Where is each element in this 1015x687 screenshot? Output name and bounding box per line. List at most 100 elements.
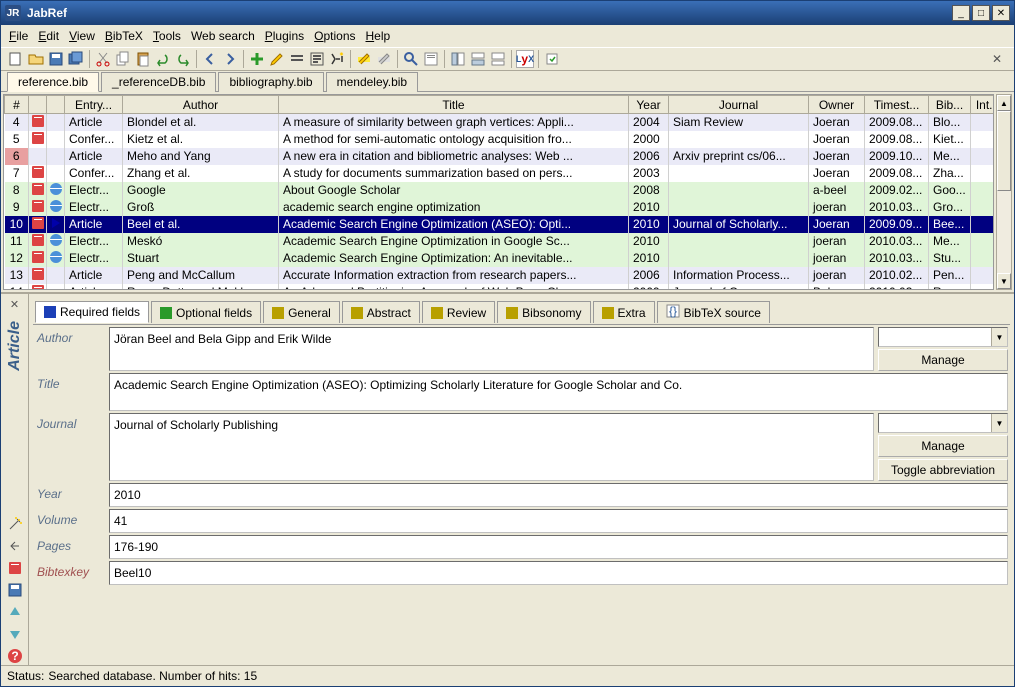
unmark-icon[interactable] [375, 50, 393, 68]
scroll-up-icon[interactable]: ▲ [997, 95, 1011, 111]
back-icon[interactable] [201, 50, 219, 68]
editor-tab-required-fields[interactable]: Required fields [35, 301, 149, 323]
pdf-icon[interactable] [32, 115, 44, 127]
editor-tab-bibsonomy[interactable]: Bibsonomy [497, 301, 590, 323]
globe-icon[interactable] [50, 183, 62, 195]
editor-tab-abstract[interactable]: Abstract [342, 301, 420, 323]
table-row[interactable]: 10ArticleBeel et al.Academic Search Engi… [5, 216, 995, 233]
lyx-icon[interactable]: LyX [516, 50, 534, 68]
cut-icon[interactable] [94, 50, 112, 68]
undo-icon[interactable] [154, 50, 172, 68]
pages-input[interactable] [109, 535, 1008, 559]
col-header-8[interactable]: Owner [809, 96, 865, 114]
col-header-11[interactable]: Int... [971, 96, 995, 114]
editor-tab-optional-fields[interactable]: Optional fields [151, 301, 261, 323]
help-icon[interactable]: ? [6, 647, 24, 665]
copy-icon[interactable] [114, 50, 132, 68]
pdf-icon[interactable] [32, 234, 44, 246]
editor-tab-bibtex-source[interactable]: {}BibTeX source [657, 301, 770, 323]
editor-tab-extra[interactable]: Extra [593, 301, 655, 323]
scroll-down-icon[interactable]: ▼ [997, 273, 1011, 289]
open-icon[interactable] [27, 50, 45, 68]
minimize-button[interactable]: _ [952, 5, 970, 21]
menu-plugins[interactable]: Plugins [265, 29, 304, 43]
edit-strings-icon[interactable] [288, 50, 306, 68]
new-db-icon[interactable] [7, 50, 25, 68]
prev-entry-icon[interactable] [6, 537, 24, 555]
up-icon[interactable] [6, 603, 24, 621]
scroll-thumb[interactable] [997, 111, 1011, 191]
close-button[interactable]: ✕ [992, 5, 1010, 21]
journal-input[interactable] [109, 413, 874, 481]
pdf-icon[interactable] [32, 268, 44, 280]
menu-bibtex[interactable]: BibTeX [105, 29, 143, 43]
db-tab-mendeleybib[interactable]: mendeley.bib [326, 72, 419, 92]
wand-icon[interactable] [6, 515, 24, 533]
author-manage-button[interactable]: Manage [878, 349, 1008, 371]
preview-icon[interactable] [422, 50, 440, 68]
menu-help[interactable]: Help [366, 29, 391, 43]
pdf-icon[interactable] [32, 183, 44, 195]
pdf-icon[interactable] [32, 200, 44, 212]
toggle-entry-icon[interactable] [469, 50, 487, 68]
pdf-icon[interactable] [32, 132, 44, 144]
col-header-3[interactable]: Entry... [65, 96, 123, 114]
table-row[interactable]: 9Electr...Großacademic search engine opt… [5, 199, 995, 216]
table-scrollbar[interactable]: ▲ ▼ [996, 94, 1012, 290]
table-row[interactable]: 11Electr...MeskóAcademic Search Engine O… [5, 233, 995, 250]
globe-icon[interactable] [50, 251, 62, 263]
col-header-9[interactable]: Timest... [865, 96, 929, 114]
table-row[interactable]: 5Confer...Kietz et al.A method for semi-… [5, 131, 995, 148]
editor-tab-general[interactable]: General [263, 301, 340, 323]
maximize-button[interactable]: □ [972, 5, 990, 21]
col-header-1[interactable] [29, 96, 47, 114]
db-tab-_referenceDBbib[interactable]: _referenceDB.bib [101, 72, 216, 92]
save-entry-icon[interactable] [6, 581, 24, 599]
globe-icon[interactable] [50, 200, 62, 212]
menu-file[interactable]: File [9, 29, 28, 43]
mark-icon[interactable] [355, 50, 373, 68]
col-header-7[interactable]: Journal [669, 96, 809, 114]
menu-view[interactable]: View [69, 29, 95, 43]
author-input[interactable] [109, 327, 874, 371]
editor-close-icon[interactable]: ✕ [10, 298, 19, 311]
col-header-10[interactable]: Bib... [929, 96, 971, 114]
col-header-6[interactable]: Year [629, 96, 669, 114]
pdf-icon[interactable] [32, 251, 44, 263]
save-all-icon[interactable] [67, 50, 85, 68]
author-combo[interactable]: ▼ [878, 327, 1008, 347]
table-row[interactable]: 14ArticleRuma Dutta and Mukho...An Advan… [5, 284, 995, 291]
table-row[interactable]: 12Electr...StuartAcademic Search Engine … [5, 250, 995, 267]
journal-combo[interactable]: ▼ [878, 413, 1008, 433]
entry-table[interactable]: #Entry...AuthorTitleYearJournalOwnerTime… [4, 95, 994, 290]
toolbar-close-icon[interactable]: ✕ [986, 52, 1008, 66]
col-header-0[interactable]: # [5, 96, 29, 114]
title-input[interactable] [109, 373, 1008, 411]
forward-icon[interactable] [221, 50, 239, 68]
menu-edit[interactable]: Edit [38, 29, 59, 43]
toggle-groups-icon[interactable] [449, 50, 467, 68]
db-tab-referencebib[interactable]: reference.bib [7, 72, 99, 92]
redo-icon[interactable] [174, 50, 192, 68]
paste-icon[interactable] [134, 50, 152, 68]
pdf-icon[interactable] [32, 285, 44, 291]
editor-tab-review[interactable]: Review [422, 301, 495, 323]
menu-options[interactable]: Options [314, 29, 355, 43]
table-row[interactable]: 13ArticlePeng and McCallumAccurate Infor… [5, 267, 995, 284]
edit-entry-icon[interactable] [268, 50, 286, 68]
year-input[interactable] [109, 483, 1008, 507]
globe-icon[interactable] [50, 234, 62, 246]
pdf-icon[interactable] [32, 166, 44, 178]
col-header-2[interactable] [47, 96, 65, 114]
push-icon[interactable] [543, 50, 561, 68]
table-row[interactable]: 8Electr...GoogleAbout Google Scholar2008… [5, 182, 995, 199]
bibtexkey-input[interactable] [109, 561, 1008, 585]
pdf-icon[interactable] [6, 559, 24, 577]
db-tab-bibliographybib[interactable]: bibliography.bib [218, 72, 323, 92]
table-row[interactable]: 7Confer...Zhang et al.A study for docume… [5, 165, 995, 182]
journal-manage-button[interactable]: Manage [878, 435, 1008, 457]
autogen-key-icon[interactable] [328, 50, 346, 68]
menu-websearch[interactable]: Web search [191, 29, 255, 43]
save-icon[interactable] [47, 50, 65, 68]
pdf-icon[interactable] [32, 217, 44, 229]
